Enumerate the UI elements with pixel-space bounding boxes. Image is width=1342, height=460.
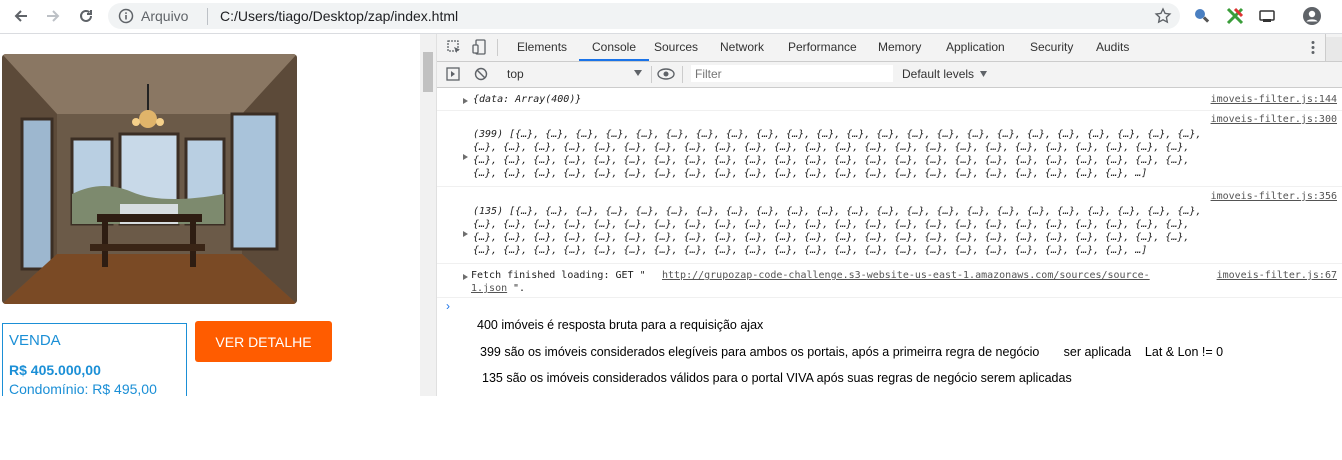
tab-network[interactable]: Network [720, 34, 764, 61]
condo-fee: Condomínio: R$ 495,00 [9, 381, 157, 396]
source-link[interactable]: imoveis-filter.js:144 [1211, 94, 1337, 105]
console-message: imoveis-filter.js:300 (399) [{…}, {…}, {… [437, 111, 1342, 187]
scrollbar-thumb[interactable] [423, 52, 433, 92]
devtools-panel: Elements Console Sources Network Perform… [420, 34, 1342, 396]
tab-security[interactable]: Security [1030, 34, 1073, 61]
toolbar-divider [651, 66, 652, 83]
arrow-right-icon [47, 10, 60, 22]
context-selector[interactable]: top [507, 67, 644, 82]
tab-divider [497, 39, 498, 56]
page-scrollbar[interactable] [420, 34, 437, 396]
annotation-line: 135 são os imóveis considerados válidos … [482, 371, 1072, 385]
log-levels-label: Default levels [902, 67, 975, 81]
inspect-element-icon[interactable] [447, 40, 462, 55]
cast-extension-icon[interactable] [1257, 6, 1277, 26]
tab-sources[interactable]: Sources [654, 34, 698, 61]
forward-button[interactable] [41, 4, 65, 28]
toolbar-divider [682, 66, 683, 83]
property-image [2, 54, 297, 304]
devtools-tab-bar: Elements Console Sources Network Perform… [437, 34, 1342, 62]
device-toolbar-icon[interactable] [472, 39, 487, 56]
expand-triangle-icon[interactable] [463, 154, 468, 160]
fetch-log-prefix: Fetch finished loading: GET " [471, 270, 646, 281]
tab-application[interactable]: Application [946, 34, 1005, 61]
log-array-line: {…}, {…}, {…}, {…}, {…}, {…}, {…}, {…}, … [473, 155, 1190, 166]
fetch-log-suffix: ". [513, 283, 526, 294]
show-sidebar-icon[interactable] [446, 67, 460, 81]
log-array-line: {…}, {…}, {…}, {…}, {…}, {…}, {…}, {…}, … [473, 168, 1148, 179]
listing-type: VENDA [9, 332, 61, 349]
reload-button[interactable] [74, 4, 98, 28]
dropdown-arrow-icon [980, 71, 988, 77]
console-message: {data: Array(400)} imoveis-filter.js:144 [437, 88, 1342, 111]
url-text[interactable]: C:/Users/tiago/Desktop/zap/index.html [220, 8, 458, 24]
info-icon[interactable] [118, 8, 134, 24]
live-expression-eye-icon[interactable] [657, 67, 675, 81]
console-output: {data: Array(400)} imoveis-filter.js:144… [437, 88, 1342, 396]
omnibox-divider [207, 8, 208, 25]
clear-console-icon[interactable] [474, 67, 488, 81]
puzzle-extension-icon[interactable] [1225, 6, 1245, 26]
annotation-line: 400 imóveis é resposta bruta para a requ… [477, 318, 764, 332]
fetch-url-link-cont[interactable]: 1.json [471, 283, 507, 294]
source-link[interactable]: imoveis-filter.js:300 [1211, 114, 1337, 125]
bookmark-star-icon[interactable] [1154, 7, 1172, 25]
log-array-line[interactable]: (399) [{…}, {…}, {…}, {…}, {…}, {…}, {…}… [473, 129, 1201, 140]
console-filter-input[interactable] [691, 65, 893, 82]
property-card: VENDA R$ 405.000,00 Condomínio: R$ 495,0… [2, 323, 187, 396]
more-options-icon[interactable] [1310, 40, 1316, 55]
log-array-line: {…}, {…}, {…}, {…}, {…}, {…}, {…}, {…}, … [473, 142, 1190, 153]
expand-triangle-icon[interactable] [463, 274, 468, 280]
console-message: imoveis-filter.js:356 (135) [{…}, {…}, {… [437, 188, 1342, 264]
log-array-line: {…}, {…}, {…}, {…}, {…}, {…}, {…}, {…}, … [473, 245, 1148, 256]
devtools-scrollbar[interactable] [1326, 37, 1342, 61]
expand-triangle-icon[interactable] [463, 98, 468, 104]
tab-performance[interactable]: Performance [788, 34, 857, 61]
tab-memory[interactable]: Memory [878, 34, 921, 61]
address-bar[interactable]: Arquivo C:/Users/tiago/Desktop/zap/index… [108, 3, 1180, 29]
dropdown-arrow-icon [634, 70, 642, 76]
listing-price: R$ 405.000,00 [9, 362, 101, 378]
source-link[interactable]: imoveis-filter.js:356 [1211, 191, 1337, 202]
tab-console[interactable]: Console [579, 34, 649, 61]
console-toolbar: top Default levels [437, 62, 1342, 88]
console-prompt-icon[interactable]: › [446, 299, 450, 313]
page-viewport: VENDA R$ 405.000,00 Condomínio: R$ 495,0… [0, 34, 420, 396]
tab-audits[interactable]: Audits [1096, 34, 1129, 61]
arrow-left-icon [14, 10, 27, 22]
log-levels-dropdown[interactable]: Default levels [902, 67, 988, 81]
property-photo[interactable] [2, 54, 297, 304]
reload-icon [80, 9, 92, 22]
back-button[interactable] [9, 4, 33, 28]
log-object[interactable]: {data: Array(400)} [473, 94, 581, 105]
annotation-line: 399 são os imóveis considerados elegívei… [480, 345, 1224, 359]
console-message: Fetch finished loading: GET " http://gru… [437, 265, 1342, 298]
log-array-line: {…}, {…}, {…}, {…}, {…}, {…}, {…}, {…}, … [473, 232, 1190, 243]
profile-avatar-icon[interactable] [1302, 6, 1322, 26]
source-link[interactable]: imoveis-filter.js:67 [1217, 270, 1337, 281]
tab-elements[interactable]: Elements [517, 34, 567, 61]
fetch-url-link[interactable]: http://grupozap-code-challenge.s3-websit… [662, 270, 1150, 281]
browser-toolbar: Arquivo C:/Users/tiago/Desktop/zap/index… [0, 0, 1342, 34]
log-array-line[interactable]: (135) [{…}, {…}, {…}, {…}, {…}, {…}, {…}… [473, 206, 1201, 217]
expand-triangle-icon[interactable] [463, 231, 468, 237]
file-scheme-label: Arquivo [141, 8, 189, 24]
context-value: top [507, 67, 524, 81]
log-array-line: {…}, {…}, {…}, {…}, {…}, {…}, {…}, {…}, … [473, 219, 1190, 230]
search-extension-icon[interactable] [1192, 6, 1212, 26]
view-details-button[interactable]: VER DETALHE [195, 321, 332, 362]
